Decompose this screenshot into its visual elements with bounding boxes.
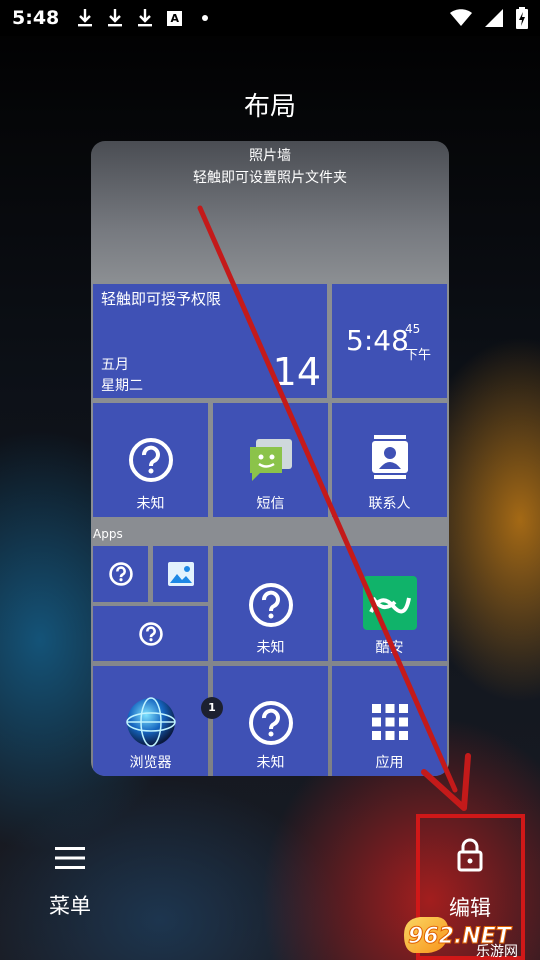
tile-apps[interactable]: 应用 <box>332 666 447 776</box>
hamburger-menu-icon <box>55 847 85 869</box>
signal-icon <box>485 9 503 27</box>
coolapk-icon <box>362 576 417 630</box>
watermark-logo: 962.NET 乐游网 <box>404 917 518 960</box>
small-tile-gallery[interactable] <box>153 546 208 602</box>
photo-wall-tile[interactable]: 照片墙 轻触即可设置照片文件夹 <box>91 141 449 283</box>
status-right-icons <box>450 7 528 29</box>
tile-sms[interactable]: 短信 <box>213 403 328 517</box>
gallery-icon <box>167 562 194 586</box>
notification-badge: 1 <box>201 697 223 719</box>
tile-label: 应用 <box>375 755 404 771</box>
tile-label: 联系人 <box>368 496 411 512</box>
calendar-weekday: 星期二 <box>101 378 143 394</box>
sms-icon <box>249 439 292 481</box>
watermark-sub-text: 乐游网 <box>476 944 518 960</box>
battery-charging-icon <box>516 7 528 29</box>
tile-coolapk[interactable]: 酷安 <box>332 546 447 661</box>
globe-icon <box>125 697 176 747</box>
menu-button[interactable]: 菜单 <box>30 840 110 930</box>
question-icon <box>248 701 293 745</box>
tile-browser[interactable]: 浏览器 <box>93 666 208 776</box>
photo-wall-title: 照片墙 <box>249 148 291 164</box>
layout-preview[interactable]: 照片墙 轻触即可设置照片文件夹 轻触即可授予权限 五月 星期二 14 5:48 … <box>91 141 449 776</box>
calendar-month: 五月 <box>101 357 129 373</box>
download-icon <box>138 9 153 27</box>
menu-label: 菜单 <box>49 894 91 918</box>
tile-label: 短信 <box>256 496 285 512</box>
clock-time: 5:48 <box>346 324 409 357</box>
tile-label: 未知 <box>256 755 285 771</box>
wifi-icon <box>450 9 472 26</box>
tile-label: 未知 <box>136 496 165 512</box>
calendar-permission-prompt: 轻触即可授予权限 <box>101 290 222 308</box>
question-icon <box>108 562 133 586</box>
download-icon <box>108 9 123 27</box>
calendar-day: 14 <box>272 350 321 394</box>
font-a-icon: A <box>167 10 183 26</box>
small-tile-unknown[interactable] <box>93 546 148 602</box>
clock-tile[interactable]: 5:48 45 下午 <box>332 284 447 398</box>
tile-unknown[interactable]: 未知 <box>93 403 208 517</box>
question-icon <box>248 583 293 627</box>
photo-wall-subtitle: 轻触即可设置照片文件夹 <box>193 170 347 186</box>
question-icon <box>138 622 163 646</box>
tile-label: 酷安 <box>375 640 404 656</box>
wide-small-tile-unknown[interactable] <box>93 606 208 661</box>
status-bar: 5:48 A <box>0 0 540 36</box>
clock-ampm: 下午 <box>405 348 432 363</box>
calendar-tile[interactable]: 轻触即可授予权限 五月 星期二 14 <box>93 284 327 398</box>
apps-section-label: Apps <box>93 527 123 541</box>
tile-label: 浏览器 <box>129 755 172 771</box>
tile-contacts[interactable]: 联系人 <box>332 403 447 517</box>
tile-label: 未知 <box>256 640 285 656</box>
clock-seconds: 45 <box>405 322 421 336</box>
dot-icon <box>202 15 209 21</box>
status-time: 5:48 <box>12 7 60 29</box>
tile-unknown[interactable]: 未知 <box>213 546 328 661</box>
page-title: 布局 <box>243 92 296 122</box>
question-icon <box>128 438 173 482</box>
tile-unknown[interactable]: 未知 <box>213 666 328 776</box>
grid-icon <box>371 704 408 740</box>
download-icon <box>78 9 93 27</box>
contacts-icon <box>371 435 408 479</box>
